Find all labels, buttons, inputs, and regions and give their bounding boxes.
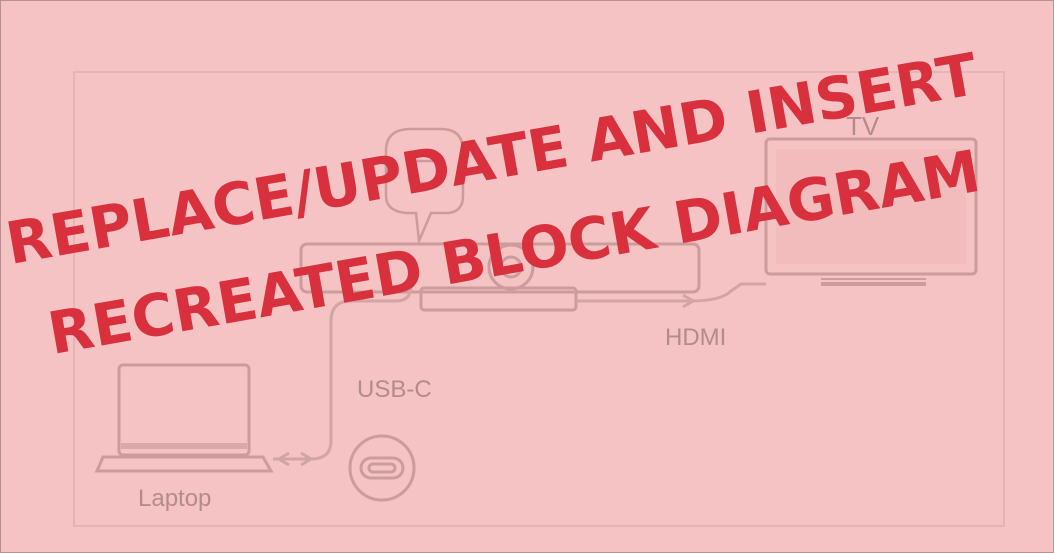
laptop-label: Laptop — [138, 485, 212, 512]
diagram-frame: TV HDMI USB-C Laptop REPLACE/UPDATE AND … — [0, 0, 1054, 553]
usb-c-plug-icon — [348, 434, 416, 502]
hdmi-label: HDMI — [665, 324, 727, 351]
laptop-icon — [94, 363, 274, 473]
usb-c-label: USB-C — [357, 376, 432, 403]
